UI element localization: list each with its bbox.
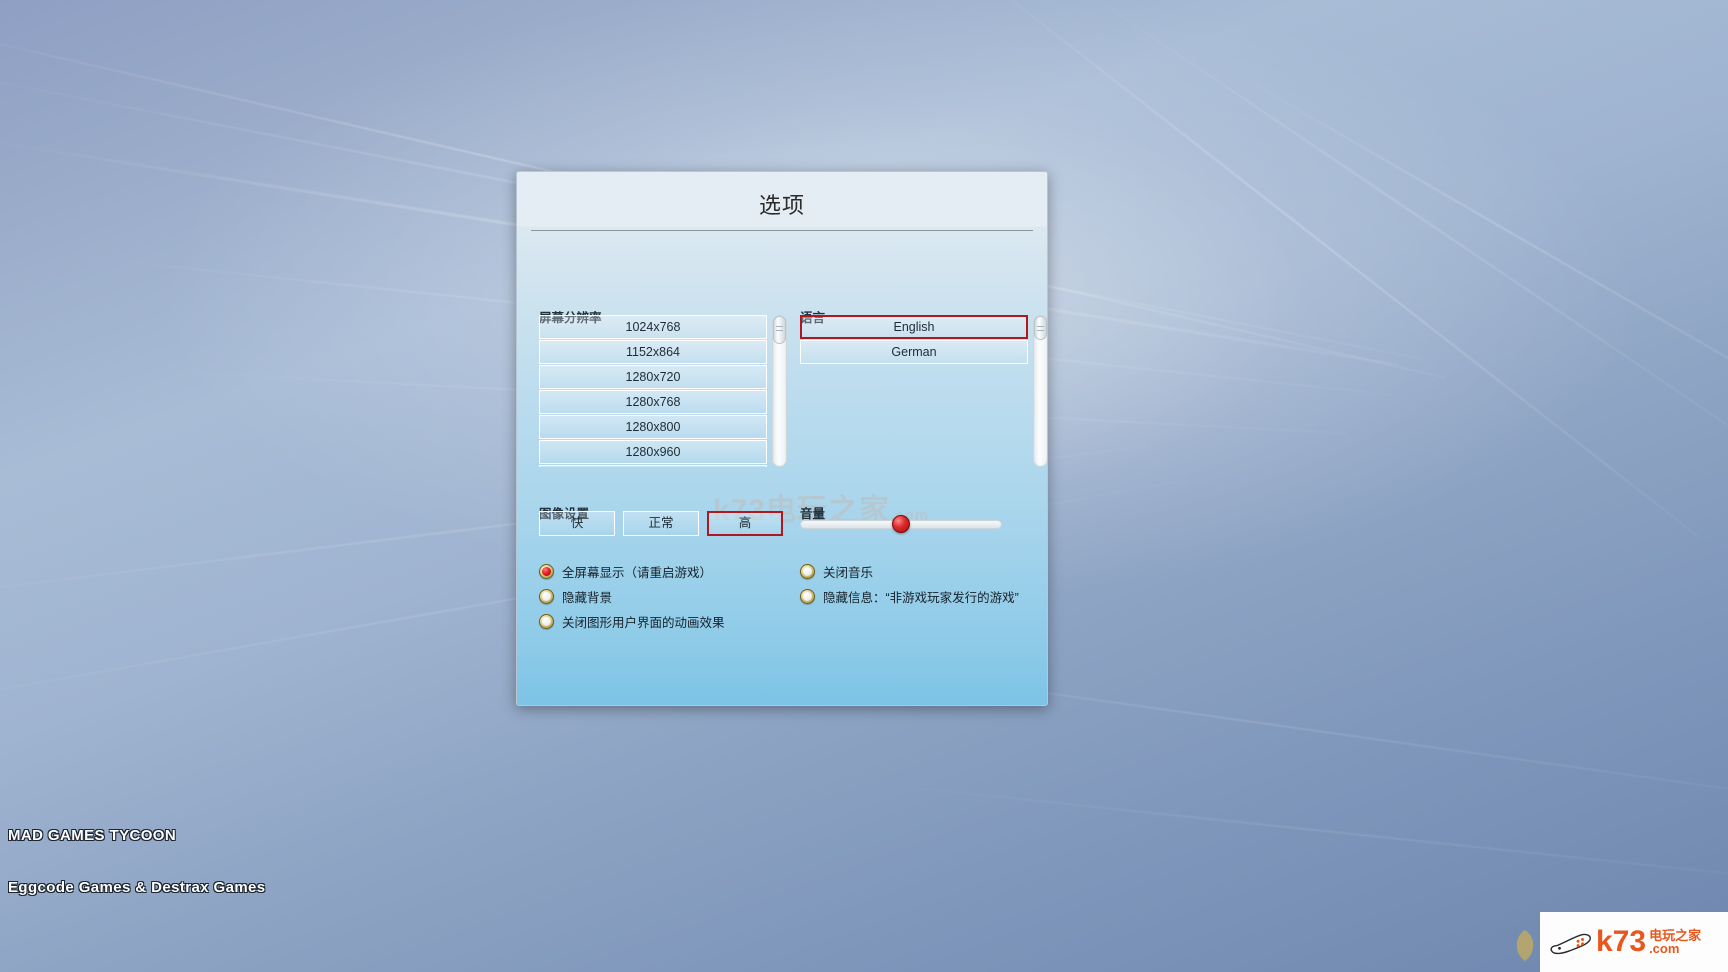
- game-title: MAD GAMES TYCOON: [8, 827, 176, 844]
- radio-icon: [800, 564, 815, 579]
- list-item[interactable]: 1280x960: [539, 440, 767, 464]
- k73-brand: k73: [1596, 928, 1646, 956]
- k73-chinese-text: 电玩之家: [1649, 929, 1701, 943]
- options-dialog: 选项 k73电玩之家.com 屏幕分辨率 1024x768 1152x864 1…: [516, 171, 1048, 706]
- background-streak: [1071, 0, 1728, 465]
- resolution-scrollbar[interactable]: [772, 315, 787, 467]
- checkbox-disable-gui-animation[interactable]: 关闭图形用户界面的动画效果: [539, 609, 725, 633]
- list-item[interactable]: 1152x864: [539, 340, 767, 364]
- checkbox-label: 关闭图形用户界面的动画效果: [562, 612, 725, 631]
- checkbox-fullscreen[interactable]: 全屏幕显示（请重启游戏）: [539, 559, 725, 583]
- background-streak: [950, 0, 1700, 538]
- k73-logo-text: k73 电玩之家 .com: [1596, 928, 1701, 956]
- bird-decoration-icon: [1512, 928, 1538, 962]
- graphics-option-fast[interactable]: 快: [539, 511, 615, 536]
- language-scrollbar[interactable]: [1033, 315, 1048, 467]
- graphics-quality-group: 快 正常 高: [539, 511, 783, 536]
- dialog-title-divider: [531, 230, 1033, 231]
- scrollbar-thumb[interactable]: [773, 316, 786, 344]
- radio-icon: [539, 614, 554, 629]
- list-item-english[interactable]: English: [800, 315, 1028, 339]
- radio-icon: [539, 564, 554, 579]
- gamepad-icon: [1548, 929, 1590, 955]
- options-checkbox-column-left: 全屏幕显示（请重启游戏） 隐藏背景 关闭图形用户界面的动画效果: [539, 559, 725, 634]
- list-item[interactable]: 1024x768: [539, 315, 767, 339]
- scrollbar-grip-icon: [1037, 326, 1044, 327]
- checkbox-hide-background[interactable]: 隐藏背景: [539, 584, 725, 608]
- checkbox-hide-non-gamer-publisher-message[interactable]: 隐藏信息：“非游戏玩家发行的游戏”: [800, 584, 1019, 608]
- game-studio: Eggcode Games & Destrax Games: [8, 879, 266, 896]
- volume-slider[interactable]: [800, 516, 1002, 532]
- checkbox-label: 隐藏背景: [562, 587, 612, 606]
- checkbox-disable-music[interactable]: 关闭音乐: [800, 559, 1019, 583]
- list-item[interactable]: 1280x720: [539, 365, 767, 389]
- list-item[interactable]: 1280x1024: [539, 465, 767, 467]
- list-item[interactable]: 1280x800: [539, 415, 767, 439]
- checkbox-label: 关闭音乐: [823, 562, 873, 581]
- radio-icon: [539, 589, 554, 604]
- checkbox-label: 隐藏信息：“非游戏玩家发行的游戏”: [823, 587, 1019, 606]
- volume-slider-knob[interactable]: [892, 515, 910, 533]
- scrollbar-grip-icon: [776, 326, 783, 327]
- game-background: MAD GAMES TYCOON Eggcode Games & Destrax…: [0, 0, 1728, 972]
- background-streak: [829, 778, 1728, 891]
- radio-icon: [800, 589, 815, 604]
- list-item[interactable]: 1280x768: [539, 390, 767, 414]
- background-streak: [1209, 58, 1728, 440]
- checkbox-label: 全屏幕显示（请重启游戏）: [562, 562, 712, 581]
- resolution-listbox[interactable]: 1024x768 1152x864 1280x720 1280x768 1280…: [539, 315, 767, 467]
- graphics-option-normal[interactable]: 正常: [623, 511, 699, 536]
- dialog-title: 选项: [517, 172, 1047, 220]
- language-listbox[interactable]: English German: [800, 315, 1028, 467]
- k73-domain-text: .com: [1649, 942, 1701, 956]
- list-item-german[interactable]: German: [800, 340, 1028, 364]
- graphics-option-high[interactable]: 高: [707, 511, 783, 536]
- k73-watermark-badge: k73 电玩之家 .com: [1540, 912, 1728, 972]
- scrollbar-thumb[interactable]: [1034, 316, 1047, 340]
- options-checkbox-column-right: 关闭音乐 隐藏信息：“非游戏玩家发行的游戏”: [800, 559, 1019, 609]
